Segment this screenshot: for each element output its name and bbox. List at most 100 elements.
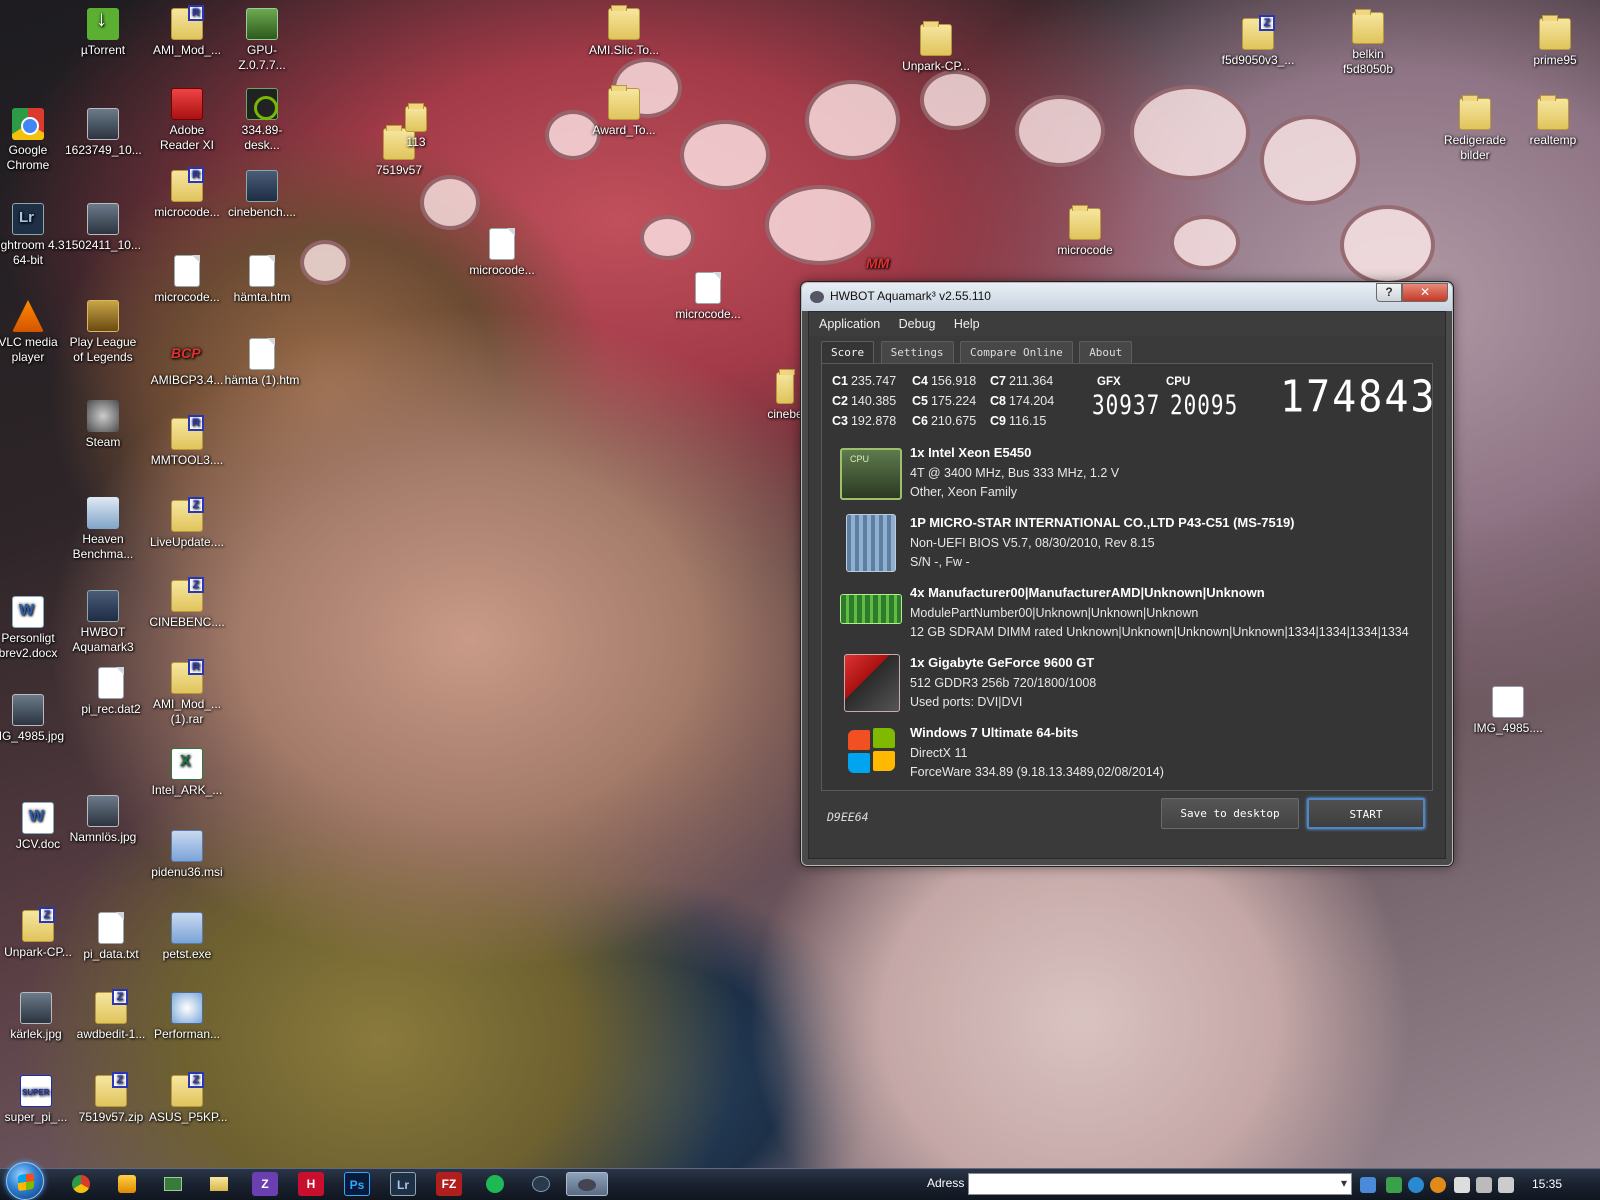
taskbar-clock[interactable]: 15:35 — [1532, 1177, 1562, 1191]
menu-application[interactable]: Application — [809, 312, 887, 336]
desktop-icon[interactable]: R AMI_Mod_... (1).rar — [149, 659, 225, 727]
desktop-icon[interactable]: 334.89-desk... — [224, 88, 300, 153]
desktop-icon[interactable]: microcode — [1047, 205, 1123, 258]
taskbar-media-player-icon[interactable] — [114, 1172, 140, 1196]
desktop-icon[interactable]: pi_data.txt — [73, 912, 149, 962]
desktop-icon[interactable]: MG_4985.jpg — [0, 694, 66, 744]
desktop-icon[interactable]: Namnlös.jpg — [65, 795, 141, 845]
desktop-icon[interactable]: microcode... — [149, 255, 225, 305]
desktop-icon[interactable]: µTorrent — [65, 8, 141, 58]
desktop-icon[interactable]: IMG_4985.... — [1470, 686, 1546, 736]
desktop-icon[interactable]: Performan... — [149, 992, 225, 1042]
start-button[interactable]: START — [1307, 798, 1425, 829]
window-titlebar[interactable]: HWBOT Aquamark³ v2.55.110 ? ✕ — [802, 283, 1452, 311]
desktop-icon[interactable]: Lightroom 4.3 64-bit — [0, 203, 66, 268]
menu-debug[interactable]: Debug — [892, 312, 943, 336]
taskbar-filezilla-icon[interactable]: FZ — [436, 1172, 462, 1196]
desktop-icon[interactable]: Z LiveUpdate.... — [149, 497, 225, 550]
image-icon — [87, 108, 119, 140]
desktop-icon[interactable]: belkin f5d8050b — [1330, 9, 1406, 77]
desktop-icon[interactable]: Zawdbedit-1... — [73, 989, 149, 1042]
desktop-icon[interactable]: 1502411_10... — [65, 203, 141, 253]
desktop-icon[interactable]: R MMTOOL3.... — [149, 415, 225, 468]
taskbar-h-icon[interactable]: H — [298, 1172, 324, 1196]
desktop-icon[interactable]: 1623749_10... — [65, 108, 142, 158]
menu-bar: Application Debug Help — [809, 312, 1445, 336]
desktop-icon[interactable]: AMIBCP3.4... — [149, 338, 225, 388]
desktop-icon[interactable]: Z 7519v57.zip — [73, 1072, 149, 1125]
desktop-icon[interactable]: cinebench.... — [224, 170, 300, 220]
tray-monitor-icon[interactable] — [1476, 1177, 1492, 1193]
desktop-icon-label: MMTOOL3.... — [150, 453, 224, 467]
desktop-icon[interactable]: hämta (1).htm — [224, 338, 300, 388]
desktop-icon[interactable]: GPU-Z.0.7.7... — [224, 8, 300, 73]
taskbar-z-icon[interactable]: Z — [252, 1172, 278, 1196]
save-to-desktop-button[interactable]: Save to desktop — [1161, 798, 1299, 829]
desktop-icon[interactable]: microcode... — [670, 272, 746, 322]
desktop-icon[interactable]: prime95 — [1517, 15, 1593, 68]
desktop-icon[interactable]: Z Unpark-CP... — [0, 907, 76, 960]
desktop-icon[interactable]: kärlek.jpg — [0, 992, 74, 1042]
taskbar-spotify-icon[interactable] — [482, 1172, 508, 1196]
menu-help[interactable]: Help — [947, 312, 987, 336]
desktop-icon[interactable]: AMI.Slic.To... — [586, 5, 662, 58]
tab-compare-online[interactable]: Compare Online — [960, 341, 1073, 363]
tray-orange-icon[interactable] — [1430, 1177, 1446, 1193]
hwbot-aquamark-window[interactable]: HWBOT Aquamark³ v2.55.110 ? ✕ Applicatio… — [801, 282, 1453, 866]
desktop-icon[interactable]: Play League of Legends — [65, 300, 141, 365]
desktop-icon[interactable]: Zf5d9050v3_... — [1220, 15, 1296, 68]
tray-volume-icon[interactable] — [1498, 1177, 1514, 1193]
desktop-icon[interactable]: realtemp — [1515, 95, 1591, 148]
desktop-icon[interactable]: super_pi_... — [0, 1075, 74, 1125]
taskbar-aquamark-icon[interactable] — [528, 1172, 554, 1196]
doc-icon — [12, 596, 44, 628]
desktop-icon[interactable]: Z CINEBENC.... — [149, 577, 225, 630]
desktop-icon[interactable]: R AMI_Mod_... — [149, 5, 225, 58]
desktop-icon[interactable]: Steam — [65, 400, 141, 450]
close-button[interactable]: ✕ — [1402, 283, 1448, 302]
taskbar-explorer-icon[interactable] — [206, 1172, 232, 1196]
tray-update-icon[interactable] — [1408, 1177, 1424, 1193]
start-menu-button[interactable] — [6, 1162, 44, 1200]
desktop-icon[interactable]: Redigerade bilder — [1437, 95, 1513, 163]
taskbar-photoshop-icon[interactable]: Ps — [344, 1172, 370, 1196]
perf-icon — [171, 992, 203, 1024]
desktop-icon[interactable]: pi_rec.dat2 — [73, 667, 149, 717]
tab-settings[interactable]: Settings — [880, 341, 954, 363]
lol-icon — [87, 300, 119, 332]
desktop-icon[interactable]: Adobe Reader XI — [149, 88, 225, 153]
taskbar-lightroom-icon[interactable]: Lr — [390, 1172, 416, 1196]
torrent-icon — [87, 8, 119, 40]
hardware-memory: 4x Manufacturer00|ManufacturerAMD|Unknow… — [840, 584, 1430, 644]
app-icon — [246, 170, 278, 202]
desktop-icon[interactable]: Intel_ARK_... — [149, 748, 225, 798]
desktop-icon[interactable]: Personligt brev2.docx — [0, 596, 66, 661]
desktop-icon[interactable]: microcode... — [464, 228, 540, 278]
desktop-icon[interactable]: petst.exe — [149, 912, 225, 962]
tab-score[interactable]: Score — [821, 341, 875, 363]
desktop-icon-113-folder[interactable]: 113 — [396, 103, 436, 150]
tray-flag-icon[interactable] — [1454, 1177, 1470, 1193]
desktop-icon[interactable]: HWBOT Aquamark3 — [65, 590, 141, 655]
help-button[interactable]: ? — [1376, 283, 1402, 302]
desktop-icon[interactable]: VLC media player — [0, 300, 66, 365]
taskbar-chrome-icon[interactable] — [68, 1172, 94, 1196]
taskbar-active-window[interactable] — [566, 1172, 608, 1196]
folder-icon — [405, 103, 427, 132]
tray-network-icon[interactable] — [1360, 1177, 1376, 1193]
tray-app-icon[interactable] — [1386, 1177, 1402, 1193]
desktop-icon[interactable]: Rmicrocode... — [149, 167, 225, 220]
memory-icon — [840, 594, 902, 624]
tab-about[interactable]: About — [1079, 341, 1133, 363]
desktop-icon[interactable]: Award_To... — [586, 85, 662, 138]
desktop-icon[interactable]: Heaven Benchma... — [65, 497, 141, 562]
address-input[interactable] — [968, 1173, 1352, 1195]
desktop-icon-mm[interactable] — [860, 248, 900, 273]
desktop-icon[interactable]: Google Chrome — [0, 108, 66, 173]
desktop-icon[interactable]: pidenu36.msi — [149, 830, 225, 880]
desktop-icon[interactable]: Unpark-CP... — [898, 21, 974, 74]
taskbar-screen-icon[interactable] — [160, 1172, 186, 1196]
desktop-icon-label: GPU-Z.0.7.7... — [238, 43, 286, 72]
desktop-icon[interactable]: Z ASUS_P5KP... — [149, 1072, 228, 1125]
desktop-icon[interactable]: hämta.htm — [224, 255, 300, 305]
